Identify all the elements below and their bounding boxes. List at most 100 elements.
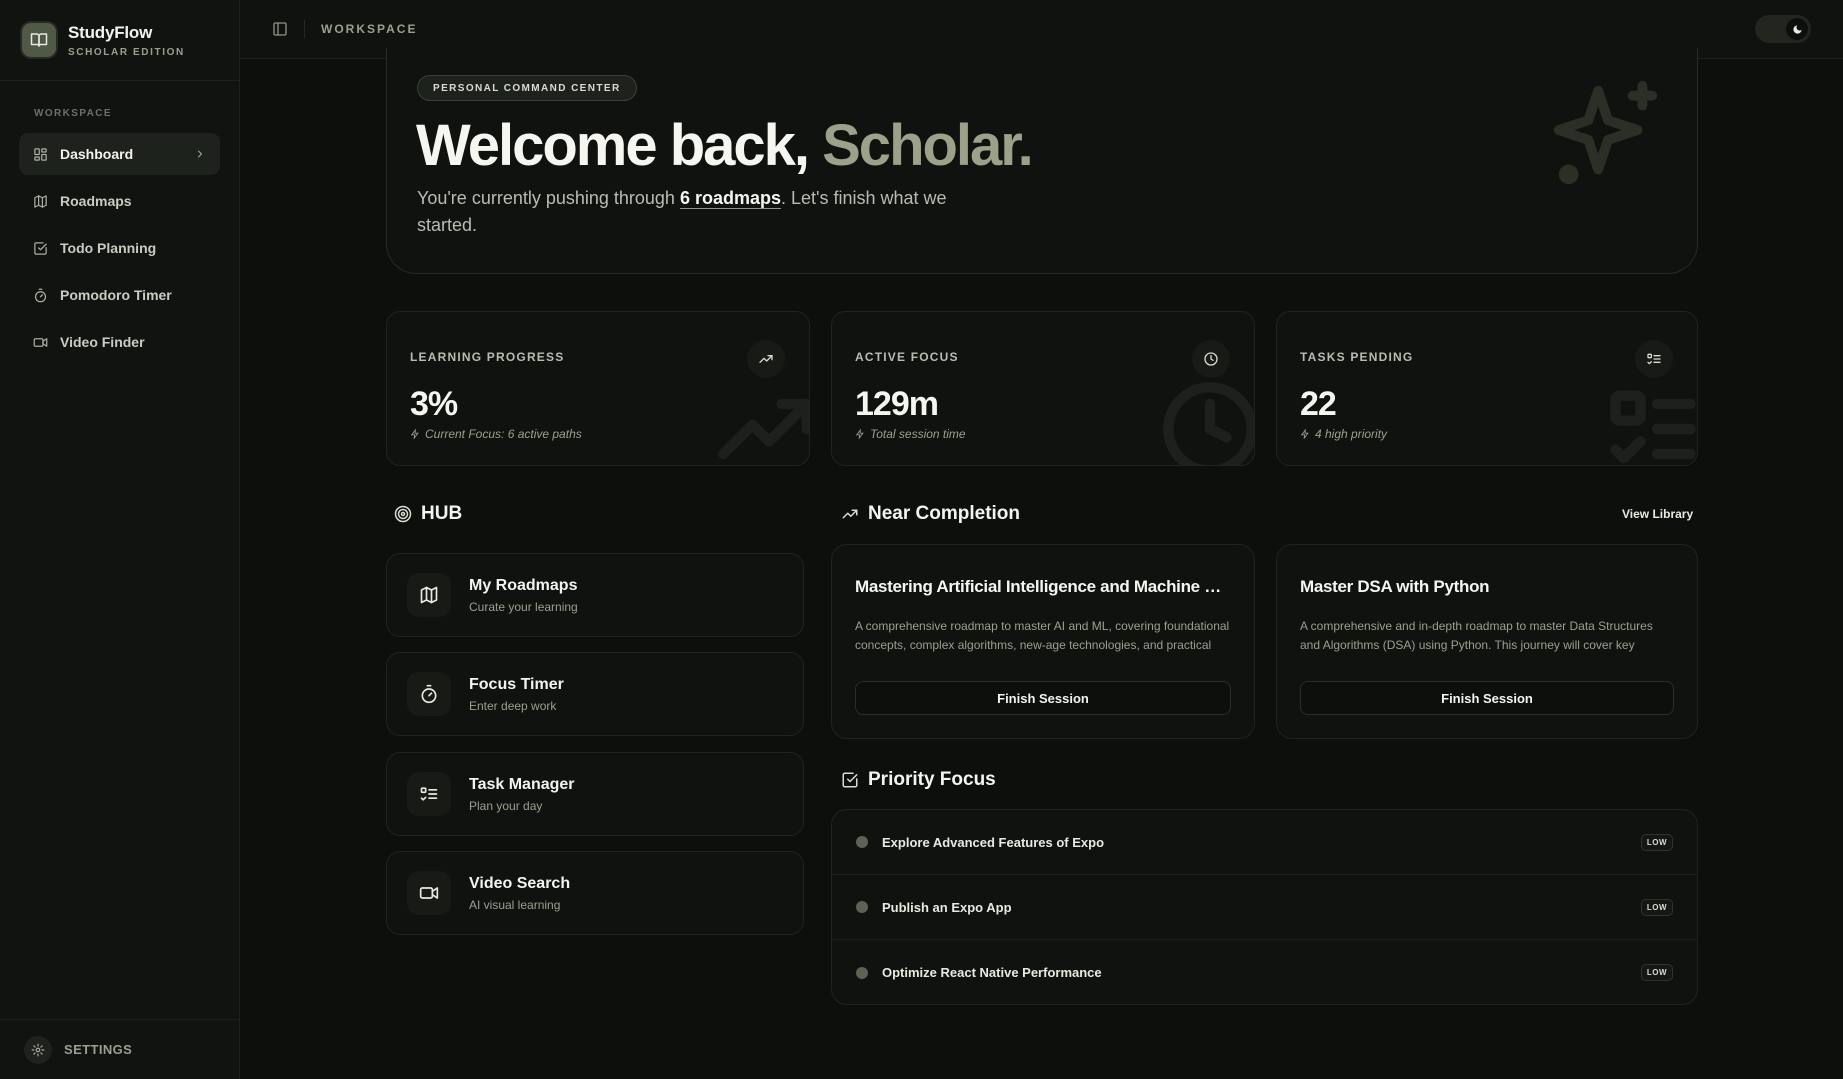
stat-label: TASKS PENDING	[1300, 350, 1414, 364]
hub-card-my-roadmaps[interactable]: My Roadmaps Curate your learning	[386, 553, 804, 637]
hub-card-video-search[interactable]: Video Search AI visual learning	[386, 851, 804, 935]
hub-card-sub: Enter deep work	[469, 698, 557, 713]
hero-card: PERSONAL COMMAND CENTER Welcome back, Sc…	[386, 48, 1698, 274]
near-completion-title: Near Completion	[868, 503, 1021, 524]
task-title: Optimize React Native Performance	[882, 965, 1102, 980]
trending-up-icon	[842, 509, 858, 519]
hub-card-sub: Plan your day	[469, 798, 543, 813]
brand[interactable]: StudyFlow SCHOLAR EDITION	[0, 0, 239, 81]
sidebar-toggle-icon[interactable]	[272, 21, 288, 37]
hub-card-sub: AI visual learning	[469, 897, 561, 912]
nav-section-label: WORKSPACE	[34, 108, 112, 119]
near-completion-heading: Near Completion	[841, 503, 1020, 525]
trending-up-bg-icon	[718, 398, 809, 460]
video-icon	[407, 871, 451, 915]
priority-badge: LOW	[1640, 898, 1673, 916]
hub-title: HUB	[421, 503, 463, 524]
settings-button[interactable]: SETTINGS	[0, 1019, 239, 1079]
priority-list: Explore Advanced Features of Expo LOW Pu…	[831, 809, 1698, 1005]
stat-card-learning-progress: LEARNING PROGRESS 3% Current Focus: 6 ac…	[386, 311, 810, 466]
chevron-right-icon	[198, 150, 202, 158]
stat-value: 3%	[410, 385, 458, 423]
checkbox-icon	[34, 241, 47, 255]
stat-sub: Total session time	[855, 427, 966, 441]
bolt-icon	[855, 429, 864, 439]
app-root: StudyFlow SCHOLAR EDITION WORKSPACE Dash…	[0, 0, 1843, 1079]
priority-focus-heading: Priority Focus	[841, 769, 996, 791]
bolt-icon	[1300, 429, 1309, 439]
hub-heading: HUB	[394, 503, 462, 525]
hero-text-before: You're currently pushing through	[417, 188, 680, 208]
course-desc: A comprehensive and in-depth roadmap to …	[1300, 619, 1653, 652]
task-title: Publish an Expo App	[882, 899, 1012, 915]
clock-icon	[1192, 340, 1230, 378]
sidebar-item-video-finder[interactable]: Video Finder	[19, 321, 220, 363]
course-card-ai-ml[interactable]: Mastering Artificial Intelligence and Ma…	[831, 544, 1255, 739]
title-main: Welcome back,	[416, 113, 823, 178]
priority-badge: LOW	[1640, 964, 1673, 981]
sidebar-item-pomodoro-timer[interactable]: Pomodoro Timer	[19, 274, 220, 316]
stat-sub-text: Current Focus: 6 active paths	[425, 427, 582, 441]
brand-subtitle: SCHOLAR EDITION	[68, 46, 185, 58]
topbar-divider	[304, 20, 305, 38]
sidebar-nav: Dashboard Roadmaps Todo Planning Pomodor…	[0, 133, 239, 363]
sidebar-item-roadmaps[interactable]: Roadmaps	[19, 180, 220, 222]
course-title: Master DSA with Python	[1300, 577, 1490, 596]
hero-pill: PERSONAL COMMAND CENTER	[417, 75, 637, 101]
stat-sub-text: Total session time	[870, 427, 966, 441]
status-dot	[856, 901, 868, 913]
breadcrumb: WORKSPACE	[321, 22, 418, 36]
timer-icon	[34, 288, 47, 302]
sidebar-item-label: Roadmaps	[60, 193, 132, 209]
list-item[interactable]: Optimize React Native Performance LOW	[832, 940, 1697, 1004]
roadmap-count-link[interactable]: 6 roadmaps	[679, 188, 781, 209]
stat-card-active-focus: ACTIVE FOCUS 129m Total session time	[831, 311, 1255, 466]
bolt-icon	[410, 429, 419, 439]
hub-card-title: Video Search	[469, 874, 571, 892]
page-title: Welcome back, Scholar.	[416, 112, 1034, 179]
book-icon	[22, 23, 56, 57]
course-card-dsa-python[interactable]: Master DSA with Python A comprehensive a…	[1276, 544, 1698, 739]
sidebar-item-label: Dashboard	[60, 146, 134, 162]
main-content: WORKSPACE PERSONAL COMMAND CENTER Welcom…	[240, 0, 1843, 1079]
task-title: Explore Advanced Features of Expo	[882, 834, 1105, 850]
trending-up-icon	[747, 340, 785, 378]
priority-focus-title: Priority Focus	[868, 769, 996, 790]
finish-session-button[interactable]: Finish Session	[1300, 681, 1674, 715]
checkbox-icon	[842, 772, 858, 788]
stat-label: LEARNING PROGRESS	[410, 350, 565, 364]
stat-sub-text: 4 high priority	[1315, 427, 1388, 441]
hub-card-task-manager[interactable]: Task Manager Plan your day	[386, 752, 804, 836]
stat-sub: Current Focus: 6 active paths	[410, 427, 582, 441]
sparkle-icon	[1553, 80, 1658, 185]
status-dot	[856, 966, 868, 979]
stat-value: 129m	[855, 385, 939, 423]
settings-label: SETTINGS	[64, 1042, 133, 1057]
list-item[interactable]: Publish an Expo App LOW	[832, 875, 1697, 940]
brand-name: StudyFlow	[68, 22, 153, 42]
finish-session-button[interactable]: Finish Session	[855, 681, 1231, 715]
sidebar: StudyFlow SCHOLAR EDITION WORKSPACE Dash…	[0, 0, 240, 1079]
hub-card-sub: Curate your learning	[469, 599, 578, 614]
video-icon	[33, 337, 48, 347]
map-icon	[34, 194, 47, 208]
priority-badge: LOW	[1640, 833, 1673, 851]
sidebar-item-todo-planning[interactable]: Todo Planning	[19, 227, 220, 269]
sidebar-item-dashboard[interactable]: Dashboard	[19, 133, 220, 175]
view-library-link[interactable]: View Library	[1622, 507, 1693, 521]
list-check-icon	[1635, 340, 1673, 378]
moon-icon	[1786, 18, 1808, 40]
stat-value: 22	[1300, 385, 1337, 423]
clock-bg-icon	[1163, 382, 1254, 465]
theme-toggle[interactable]	[1755, 15, 1811, 43]
stat-label: ACTIVE FOCUS	[855, 350, 959, 364]
map-icon	[407, 573, 451, 617]
gear-icon	[24, 1035, 52, 1064]
target-icon	[394, 505, 412, 523]
list-check-icon	[407, 772, 451, 816]
hero-text: You're currently pushing through 6 roadm…	[417, 185, 977, 239]
hub-card-title: My Roadmaps	[469, 576, 578, 594]
hub-card-focus-timer[interactable]: Focus Timer Enter deep work	[386, 652, 804, 736]
list-item[interactable]: Explore Advanced Features of Expo LOW	[832, 810, 1697, 875]
timer-icon	[407, 672, 451, 716]
